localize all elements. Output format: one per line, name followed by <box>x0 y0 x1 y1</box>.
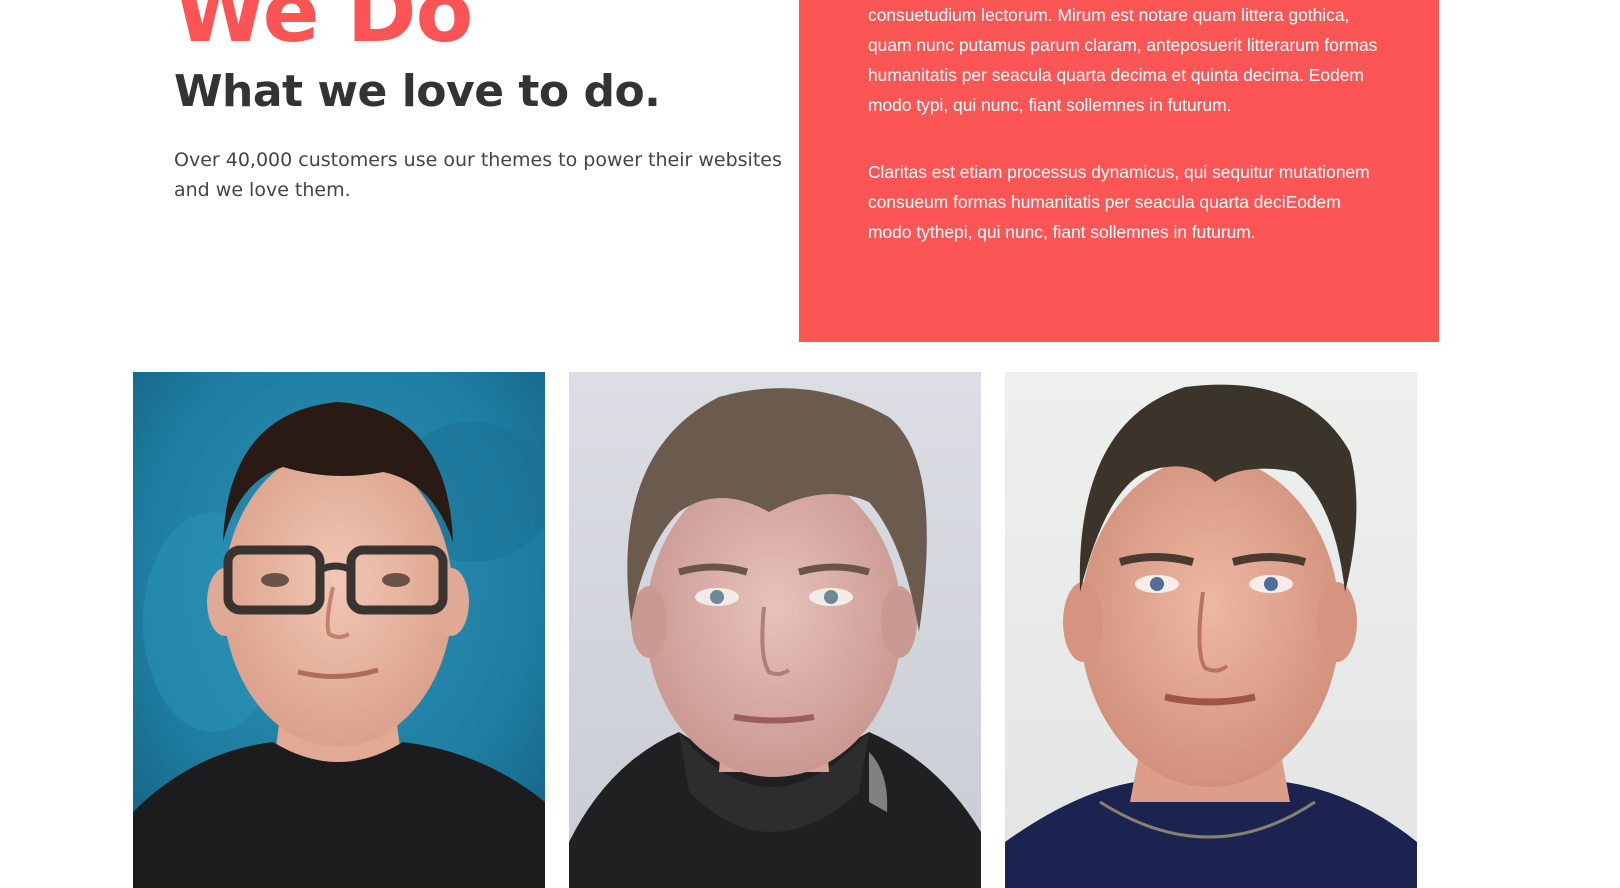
section-title: We Do <box>174 0 473 61</box>
portrait-photo-2 <box>569 372 981 888</box>
portrait-photo-1 <box>133 372 545 888</box>
portrait-photo-3 <box>1005 372 1417 888</box>
photo-card-1[interactable] <box>133 372 545 888</box>
highlight-paragraph-1: consuetudium lectorum. Mirum est notare … <box>868 5 1378 115</box>
photo-card-3[interactable] <box>1005 372 1417 888</box>
highlight-paragraph-2: Claritas est etiam processus dynamicus, … <box>868 162 1370 242</box>
highlight-box: consuetudium lectorum. Mirum est notare … <box>799 0 1439 342</box>
page: We Do What we love to do. Over 40,000 cu… <box>0 0 1620 888</box>
photo-card-2[interactable] <box>569 372 981 888</box>
intro-text: Over 40,000 customers use our themes to … <box>174 149 782 201</box>
photo-gallery <box>133 372 1419 888</box>
section-subtitle: What we love to do. <box>174 66 661 117</box>
